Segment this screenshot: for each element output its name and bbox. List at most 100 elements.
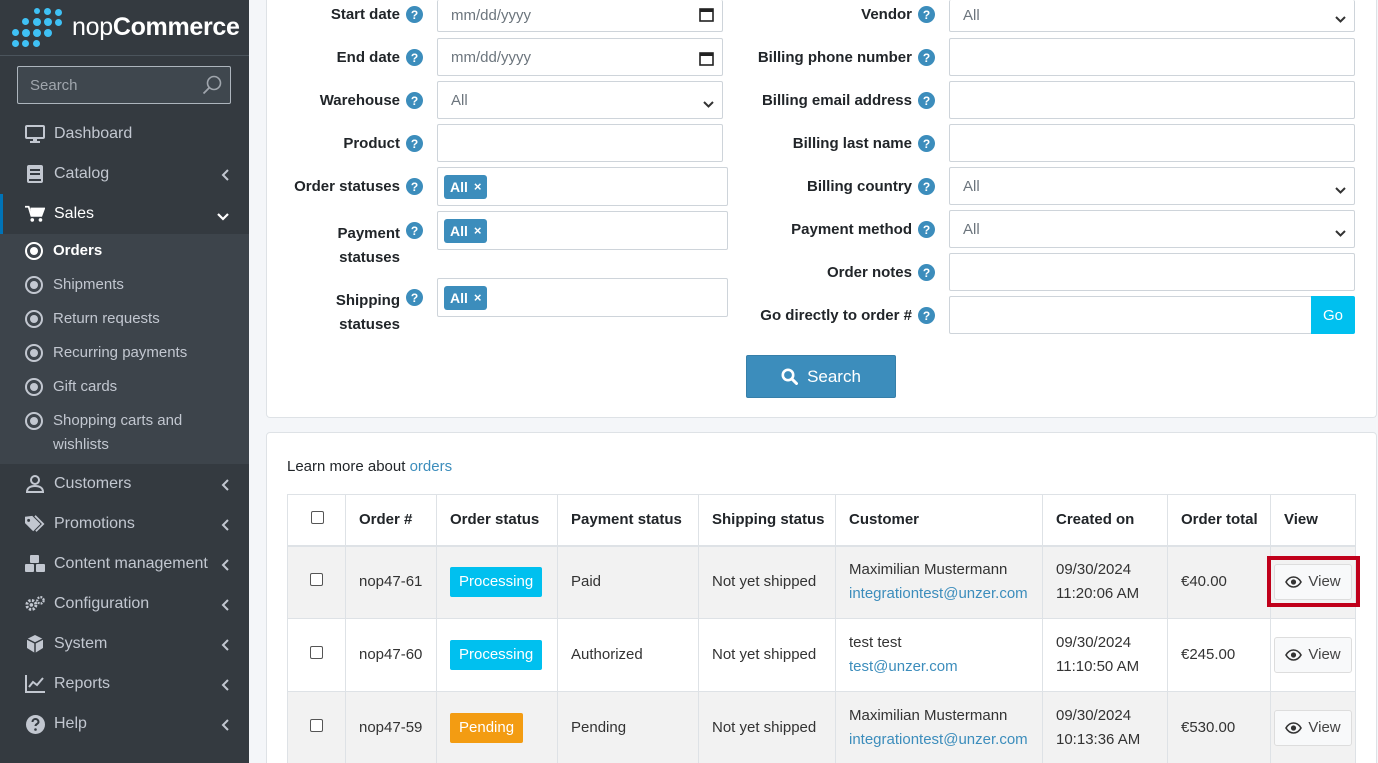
billing-email-input[interactable] bbox=[949, 81, 1355, 119]
search-button[interactable]: Search bbox=[746, 355, 896, 398]
help-icon[interactable]: ? bbox=[406, 49, 423, 66]
start-date-input[interactable]: mm/dd/yyyy bbox=[437, 0, 723, 32]
sidebar-search bbox=[17, 66, 231, 104]
selected-tag: All × bbox=[444, 174, 488, 199]
column-header[interactable]: Payment status bbox=[557, 494, 699, 547]
calendar-icon[interactable] bbox=[699, 51, 714, 70]
remove-tag-icon[interactable]: × bbox=[474, 179, 482, 194]
select-all-checkbox[interactable] bbox=[311, 511, 324, 525]
shipping-status: Not yet shipped bbox=[698, 618, 836, 692]
sidebar-item-system[interactable]: System bbox=[0, 624, 249, 664]
product-input[interactable] bbox=[437, 124, 723, 162]
sidebar-item-reports[interactable]: Reports bbox=[0, 664, 249, 704]
remove-tag-icon[interactable]: × bbox=[474, 223, 482, 238]
customer-cell: test test test@unzer.com bbox=[835, 618, 1043, 692]
order-status-cell: Processing bbox=[436, 545, 558, 619]
customer-email-link[interactable]: integrationtest@unzer.com bbox=[849, 582, 1042, 606]
row-checkbox[interactable] bbox=[310, 573, 323, 587]
sidebar-subitem-recurring-payments[interactable]: Recurring payments bbox=[0, 336, 249, 370]
billing-phone-input[interactable] bbox=[949, 38, 1355, 76]
row-checkbox[interactable] bbox=[310, 646, 323, 659]
sidebar-subitem-return-requests[interactable]: Return requests bbox=[0, 302, 249, 336]
shipping-statuses-multiselect[interactable]: All × bbox=[437, 278, 728, 317]
user-icon bbox=[25, 474, 45, 494]
column-header[interactable]: Order total bbox=[1167, 494, 1271, 547]
payment-statuses-multiselect[interactable]: All × bbox=[437, 211, 728, 250]
help-icon[interactable]: ? bbox=[406, 289, 423, 306]
help-icon[interactable]: ? bbox=[918, 221, 935, 238]
sidebar-item-catalog[interactable]: Catalog bbox=[0, 154, 249, 194]
customer-email-link[interactable]: test@unzer.com bbox=[849, 655, 1042, 679]
circle-dot-icon bbox=[25, 378, 43, 396]
sidebar-item-customers[interactable]: Customers bbox=[0, 464, 249, 504]
help-icon[interactable]: ? bbox=[918, 264, 935, 281]
row-checkbox[interactable] bbox=[310, 719, 323, 732]
go-to-order-input[interactable] bbox=[949, 296, 1312, 334]
cubes-icon bbox=[25, 554, 45, 574]
sidebar-item-configuration[interactable]: Configuration bbox=[0, 584, 249, 624]
sidebar-subitem-shipments[interactable]: Shipments bbox=[0, 268, 249, 302]
billing-last-name-input[interactable] bbox=[949, 124, 1355, 162]
customer-cell: Maximilian Mustermann integrationtest@unz… bbox=[835, 691, 1043, 763]
chevron-left-icon bbox=[221, 718, 229, 736]
book-icon bbox=[25, 164, 45, 184]
end-date-label: End date bbox=[336, 49, 400, 66]
help-icon[interactable]: ? bbox=[918, 92, 935, 109]
order-notes-input[interactable] bbox=[949, 253, 1355, 291]
order-number: nop47-59 bbox=[345, 691, 437, 763]
help-icon[interactable]: ? bbox=[406, 6, 423, 23]
status-badge: Processing bbox=[450, 567, 543, 598]
sidebar-item-dashboard[interactable]: Dashboard bbox=[0, 114, 249, 154]
billing-country-select[interactable]: All bbox=[949, 167, 1355, 205]
product-label: Product bbox=[343, 135, 400, 152]
help-icon[interactable]: ? bbox=[406, 178, 423, 195]
help-icon[interactable]: ? bbox=[918, 307, 935, 324]
remove-tag-icon[interactable]: × bbox=[474, 290, 482, 305]
order-total: €40.00 bbox=[1167, 545, 1271, 619]
payment-method-label: Payment method bbox=[791, 221, 912, 238]
sidebar-subitem-orders[interactable]: Orders bbox=[0, 234, 249, 268]
created-on-cell: 09/30/2024 11:20:06 AM bbox=[1042, 545, 1168, 619]
selected-tag: All × bbox=[444, 285, 488, 310]
calendar-icon[interactable] bbox=[699, 7, 714, 26]
sidebar-subitem-shopping-carts[interactable]: Shopping carts and wishlists bbox=[0, 404, 249, 464]
payment-status: Pending bbox=[557, 691, 699, 763]
column-header[interactable]: Created on bbox=[1042, 494, 1168, 547]
customer-name: Maximilian Mustermann bbox=[849, 707, 1008, 724]
go-button[interactable]: Go bbox=[1311, 296, 1355, 334]
column-header[interactable]: Order status bbox=[436, 494, 558, 547]
orders-help-link[interactable]: orders bbox=[410, 458, 453, 475]
help-icon[interactable]: ? bbox=[406, 135, 423, 152]
sidebar-item-sales[interactable]: Sales bbox=[0, 194, 249, 234]
sidebar-subitem-gift-cards[interactable]: Gift cards bbox=[0, 370, 249, 404]
help-icon[interactable]: ? bbox=[918, 135, 935, 152]
sidebar-item-help[interactable]: Help bbox=[0, 704, 249, 744]
warehouse-select[interactable]: All bbox=[437, 81, 723, 119]
status-badge: Pending bbox=[450, 713, 524, 743]
end-date-input[interactable]: mm/dd/yyyy bbox=[437, 38, 723, 76]
view-order-button[interactable]: View bbox=[1274, 710, 1352, 746]
help-icon[interactable]: ? bbox=[406, 222, 423, 239]
brand-logo[interactable]: nopCommerce bbox=[0, 0, 249, 56]
sidebar-search-input[interactable] bbox=[18, 76, 188, 94]
help-icon[interactable]: ? bbox=[406, 92, 423, 109]
chevron-left-icon bbox=[221, 518, 229, 536]
circle-dot-icon bbox=[25, 276, 43, 294]
help-icon[interactable]: ? bbox=[918, 6, 935, 23]
view-order-button[interactable]: View bbox=[1274, 637, 1352, 673]
search-icon[interactable] bbox=[202, 75, 222, 99]
column-header[interactable]: Customer bbox=[835, 494, 1043, 547]
start-date-label: Start date bbox=[330, 6, 400, 23]
help-icon[interactable]: ? bbox=[918, 49, 935, 66]
column-header[interactable]: Shipping status bbox=[698, 494, 836, 547]
help-icon[interactable]: ? bbox=[918, 178, 935, 195]
order-statuses-multiselect[interactable]: All × bbox=[437, 167, 728, 206]
payment-method-select[interactable]: All bbox=[949, 210, 1355, 248]
sidebar-item-content-management[interactable]: Content management bbox=[0, 544, 249, 584]
customer-email-link[interactable]: integrationtest@unzer.com bbox=[849, 728, 1042, 752]
created-time: 11:20:06 AM bbox=[1056, 585, 1140, 603]
column-header[interactable]: Order # bbox=[345, 494, 437, 547]
row-select-cell bbox=[287, 545, 346, 619]
sidebar-item-promotions[interactable]: Promotions bbox=[0, 504, 249, 544]
vendor-select[interactable]: All bbox=[949, 0, 1355, 32]
